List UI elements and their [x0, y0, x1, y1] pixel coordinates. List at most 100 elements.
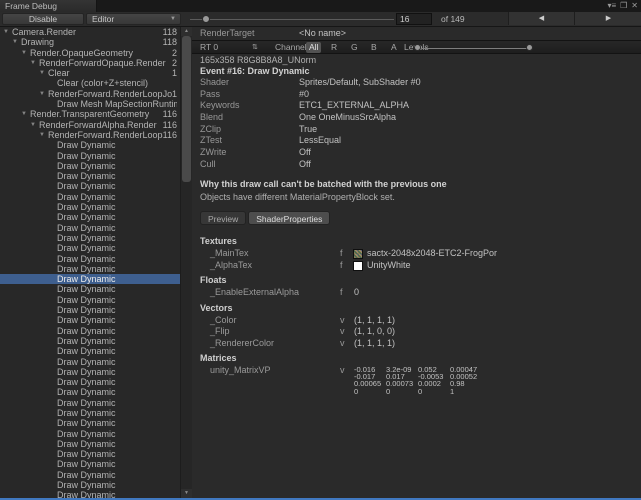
tree-item[interactable]: Draw Dynamic	[0, 459, 180, 469]
property-name: _Color	[210, 315, 237, 327]
tree-item[interactable]: Draw Dynamic	[0, 305, 180, 315]
next-frame-button[interactable]: ▶	[574, 12, 641, 25]
expand-arrow-icon[interactable]: ▼	[2, 27, 12, 37]
tree-item[interactable]: Draw Dynamic	[0, 480, 180, 490]
detail-row: ZWriteOff	[192, 147, 641, 159]
tree-item[interactable]: Draw Dynamic	[0, 233, 180, 243]
tree-item[interactable]: Draw Dynamic	[0, 418, 180, 428]
tab-preview[interactable]: Preview	[200, 211, 246, 225]
detail-key: Keywords	[200, 100, 240, 112]
tree-item[interactable]: Draw Dynamic	[0, 346, 180, 356]
expand-arrow-icon[interactable]: ▼	[38, 130, 48, 140]
tree-item[interactable]: ▼RenderForward.RenderLoopJob1	[0, 89, 180, 99]
expand-arrow-icon[interactable]: ▼	[38, 89, 48, 99]
channel-button-all[interactable]: All	[306, 42, 321, 53]
tree-item[interactable]: ▼Render.TransparentGeometry116	[0, 109, 180, 119]
tree-item[interactable]: Draw Dynamic	[0, 367, 180, 377]
channel-button-b[interactable]: B	[368, 42, 380, 53]
tree-item[interactable]: ▼RenderForwardAlpha.Render116	[0, 120, 180, 130]
tab-shaderproperties[interactable]: ShaderProperties	[248, 211, 330, 225]
tree-item[interactable]: Draw Dynamic	[0, 336, 180, 346]
previous-frame-button[interactable]: ◀	[508, 12, 574, 25]
tree-item[interactable]: Draw Dynamic	[0, 212, 180, 222]
expand-arrow-icon[interactable]: ▼	[20, 48, 30, 58]
channel-button-a[interactable]: A	[388, 42, 400, 53]
tree-item[interactable]: ▼Camera.Render118	[0, 27, 180, 37]
expand-arrow-icon[interactable]: ▼	[38, 68, 48, 78]
rt-updown-icon[interactable]: ⇅	[252, 41, 258, 53]
tree-item[interactable]: Draw Dynamic	[0, 315, 180, 325]
indent-spacer	[47, 284, 57, 294]
tree-item-count: 2	[172, 48, 180, 58]
scroll-down-icon[interactable]: ▼	[181, 489, 192, 498]
expand-arrow-icon[interactable]: ▼	[29, 120, 39, 130]
tree-item[interactable]: Draw Dynamic	[0, 151, 180, 161]
tree-item-label: Render.TransparentGeometry	[30, 109, 149, 119]
tree-item-selected[interactable]: Draw Dynamic	[0, 274, 180, 284]
window-tab[interactable]: Frame Debug	[0, 0, 97, 12]
channel-button-g[interactable]: G	[348, 42, 361, 53]
frame-slider-handle[interactable]	[202, 15, 210, 23]
tree-item[interactable]: Draw Dynamic	[0, 439, 180, 449]
property-value: sactx-2048x2048-ETC2-FrogPor	[367, 248, 497, 260]
detail-key: ZClip	[200, 124, 221, 136]
close-icon[interactable]: ✕	[631, 1, 638, 11]
tree-item[interactable]: Draw Dynamic	[0, 161, 180, 171]
tree-item[interactable]: Draw Dynamic	[0, 387, 180, 397]
tree-item[interactable]: ▼RenderForwardOpaque.Render2	[0, 58, 180, 68]
expand-arrow-icon[interactable]: ▼	[11, 37, 21, 47]
tree-item[interactable]: Draw Dynamic	[0, 398, 180, 408]
tree-item[interactable]: Draw Dynamic	[0, 171, 180, 181]
tree-item-label: Draw Dynamic	[57, 315, 116, 325]
tree-item[interactable]: Draw Dynamic	[0, 357, 180, 367]
indent-spacer	[47, 212, 57, 222]
tree-item[interactable]: Draw Dynamic	[0, 223, 180, 233]
indent-spacer	[47, 315, 57, 325]
tree-item[interactable]: Draw Dynamic	[0, 429, 180, 439]
tree-item[interactable]: Draw Dynamic	[0, 284, 180, 294]
tree-item[interactable]: Draw Dynamic	[0, 377, 180, 387]
expand-arrow-icon[interactable]: ▼	[20, 109, 30, 119]
scroll-up-icon[interactable]: ▲	[181, 27, 192, 36]
tree-item[interactable]: Draw Mesh MapSectionRuntime(Clo	[0, 99, 180, 109]
tree-item[interactable]: Draw Dynamic	[0, 449, 180, 459]
expand-arrow-icon[interactable]: ▼	[29, 58, 39, 68]
frame-number-input[interactable]	[396, 13, 432, 25]
tree-item[interactable]: ▼Drawing118	[0, 37, 180, 47]
render-target-size: 165x358 R8G8B8A8_UNorm	[200, 55, 316, 65]
channel-button-r[interactable]: R	[328, 42, 340, 53]
detail-row: ShaderSprites/Default, SubShader #0	[192, 77, 641, 89]
tree-item[interactable]: ▼Clear1	[0, 68, 180, 78]
tree-item[interactable]: ▼Render.OpaqueGeometry2	[0, 48, 180, 58]
detail-value: One OneMinusSrcAlpha	[299, 112, 396, 124]
tree-item[interactable]: Draw Dynamic	[0, 202, 180, 212]
tree-item[interactable]: ▼RenderForward.RenderLoopJob116	[0, 130, 180, 140]
property-value: (1, 1, 1, 1)	[354, 338, 395, 350]
levels-slider-track[interactable]	[418, 48, 530, 49]
tree-item[interactable]: Draw Dynamic	[0, 192, 180, 202]
disable-button[interactable]: Disable	[2, 13, 84, 25]
levels-max-handle[interactable]	[526, 44, 533, 51]
scrollbar-thumb[interactable]	[182, 36, 191, 182]
tree-item[interactable]: Draw Dynamic	[0, 243, 180, 253]
indent-spacer	[47, 398, 57, 408]
indent-spacer	[47, 192, 57, 202]
texture-thumbnail[interactable]	[353, 249, 363, 259]
target-dropdown[interactable]: Editor ▼	[86, 13, 181, 25]
tree-item[interactable]: Clear (color+Z+stencil)	[0, 78, 180, 88]
tree-item[interactable]: Draw Dynamic	[0, 295, 180, 305]
tree-item[interactable]: Draw Dynamic	[0, 264, 180, 274]
maximize-icon[interactable]: ❒	[620, 1, 627, 11]
tree-item[interactable]: Draw Dynamic	[0, 254, 180, 264]
tree-item[interactable]: Draw Dynamic	[0, 470, 180, 480]
rt-selector[interactable]: RT 0	[200, 41, 218, 53]
tree-item[interactable]: Draw Dynamic	[0, 181, 180, 191]
levels-min-handle[interactable]	[414, 44, 421, 51]
tree-item-count: 2	[172, 58, 180, 68]
pane-menu-icon[interactable]: ▾≡	[607, 1, 616, 11]
tree-item[interactable]: Draw Dynamic	[0, 140, 180, 150]
frame-slider-track[interactable]	[190, 19, 394, 20]
tree-item[interactable]: Draw Dynamic	[0, 408, 180, 418]
tree-item[interactable]: Draw Dynamic	[0, 326, 180, 336]
color-swatch[interactable]	[353, 261, 363, 271]
